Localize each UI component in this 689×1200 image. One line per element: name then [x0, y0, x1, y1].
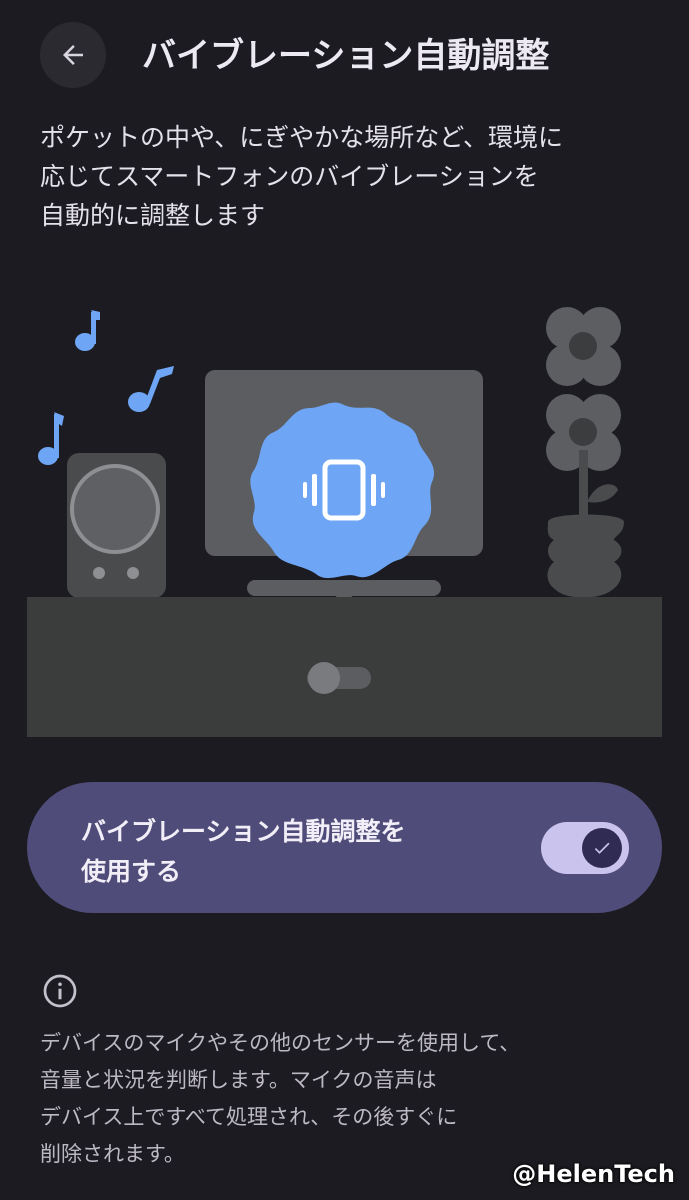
description-line: 自動的に調整します: [40, 201, 266, 230]
music-note-icon: [38, 412, 64, 465]
back-button[interactable]: [40, 22, 106, 88]
info-line: 音量と状況を判断します。マイクの音声は: [40, 1068, 437, 1092]
description-line: ポケットの中や、にぎやかな場所など、環境に: [40, 123, 564, 152]
arrow-back-icon: [63, 45, 83, 65]
feature-description: ポケットの中や、にぎやかな場所など、環境に 応じてスマートフォンのバイブレーショ…: [40, 118, 640, 235]
cabinet: [27, 597, 662, 737]
check-icon: [594, 842, 610, 854]
top-app-bar: バイブレーション自動調整: [0, 0, 689, 110]
flower-plant: [546, 307, 624, 598]
switch-thumb: [582, 828, 622, 868]
privacy-info-text: デバイスのマイクやその他のセンサーを使用して、 音量と状況を判断します。マイクの…: [40, 1025, 660, 1173]
page-title: バイブレーション自動調整: [142, 36, 550, 76]
toggle-label-line: 使用する: [81, 857, 182, 886]
watermark: @HelenTech: [512, 1160, 675, 1188]
adaptive-vibration-switch[interactable]: [541, 822, 629, 874]
info-line: デバイス上ですべて処理され、その後すぐに: [40, 1105, 458, 1129]
adaptive-vibration-illustration: [27, 307, 662, 737]
toggle-label-line: バイブレーション自動調整を: [81, 817, 406, 846]
info-icon: [43, 974, 77, 1008]
speaker: [67, 453, 166, 598]
description-line: 応じてスマートフォンのバイブレーションを: [40, 162, 539, 191]
toggle-label: バイブレーション自動調整を 使用する: [81, 812, 501, 892]
info-line: デバイスのマイクやその他のセンサーを使用して、: [40, 1031, 521, 1055]
adaptive-vibration-toggle-row[interactable]: バイブレーション自動調整を 使用する: [27, 782, 662, 913]
music-note-icon: [128, 366, 174, 412]
music-note-icon: [75, 310, 100, 351]
